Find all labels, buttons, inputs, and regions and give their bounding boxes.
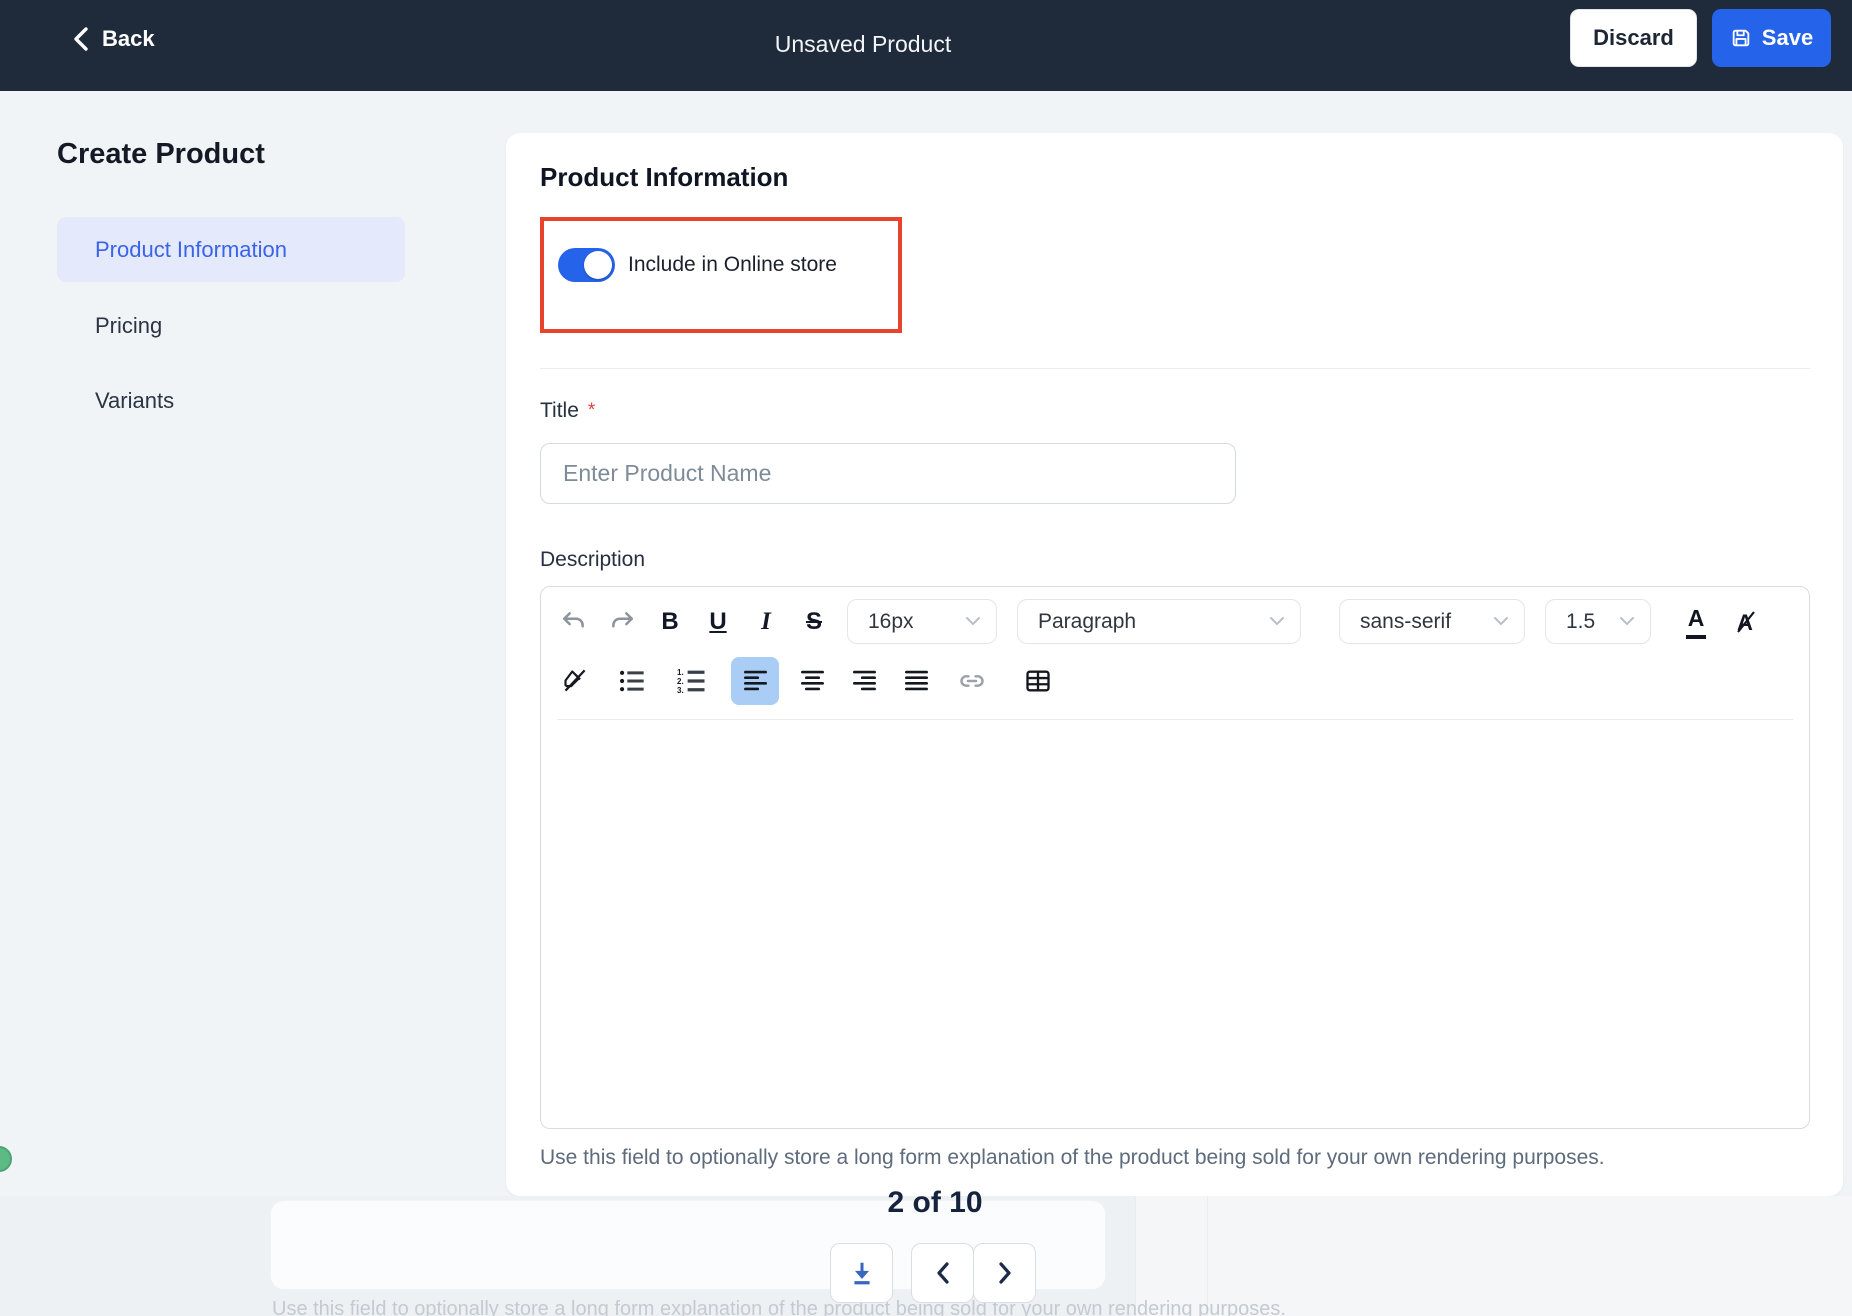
- text-color-icon: A: [1685, 605, 1707, 639]
- align-justify-icon: [903, 667, 930, 694]
- sidebar-item-pricing[interactable]: Pricing: [57, 293, 405, 358]
- chevron-left-icon: [933, 1260, 953, 1286]
- strikethrough-button[interactable]: S: [797, 602, 831, 642]
- sidebar-item-variants[interactable]: Variants: [57, 368, 405, 433]
- download-button[interactable]: [830, 1243, 893, 1303]
- no-highlight-icon: [561, 667, 588, 694]
- bold-button[interactable]: B: [653, 602, 687, 642]
- section-title: Product Information: [540, 162, 789, 192]
- chevron-down-icon: [1270, 617, 1284, 626]
- text-color-button[interactable]: A: [1679, 602, 1713, 642]
- product-title-input[interactable]: [540, 442, 1236, 504]
- description-helper-text: Use this field to optionally store a lon…: [540, 1145, 1605, 1169]
- editor-toolbar-row-2: 1. 2. 3.: [541, 649, 1809, 713]
- required-asterisk: *: [587, 399, 596, 421]
- align-justify-button[interactable]: [899, 661, 933, 701]
- font-size-dropdown[interactable]: 16px: [847, 599, 997, 645]
- line-height-dropdown[interactable]: 1.5: [1545, 599, 1651, 645]
- svg-text:2.: 2.: [677, 677, 684, 686]
- chevron-right-icon: [995, 1260, 1015, 1286]
- include-online-store-toggle[interactable]: [558, 247, 615, 282]
- sidebar-title: Create Product: [57, 138, 265, 170]
- no-highlight-button[interactable]: [557, 661, 591, 701]
- link-icon: [958, 667, 986, 695]
- align-center-icon: [799, 667, 826, 694]
- svg-text:3.: 3.: [677, 686, 684, 695]
- screenshot-viewer: Back Unsaved Product Discard Save Create…: [0, 0, 1852, 1316]
- sidebar-item-product-information[interactable]: Product Information: [57, 217, 405, 282]
- link-button[interactable]: [955, 661, 989, 701]
- chevron-down-icon: [966, 617, 980, 626]
- faded-helper-text: Use this field to optionally store a lon…: [272, 1298, 1286, 1316]
- chevron-down-icon: [1620, 617, 1634, 626]
- title-label: Title *: [540, 398, 596, 422]
- back-button[interactable]: Back: [72, 26, 155, 52]
- bullet-list-icon: [618, 667, 646, 695]
- svg-text:1.: 1.: [677, 668, 684, 677]
- page-title: Unsaved Product: [774, 31, 952, 57]
- toggle-knob: [584, 250, 612, 279]
- align-center-button[interactable]: [795, 661, 829, 701]
- save-button[interactable]: Save: [1712, 9, 1831, 67]
- description-label: Description: [540, 547, 646, 571]
- clear-format-button[interactable]: A: [1727, 602, 1761, 642]
- chevron-left-icon: [72, 26, 90, 52]
- image-counter: 2 of 10: [887, 1186, 983, 1219]
- bullet-list-button[interactable]: [615, 661, 649, 701]
- align-left-button[interactable]: [731, 656, 779, 705]
- table-button[interactable]: [1021, 661, 1055, 701]
- product-form-card: Product Information Include in Online st…: [506, 133, 1843, 1196]
- numbered-list-button[interactable]: 1. 2. 3.: [675, 661, 709, 701]
- toggle-label: Include in Online store: [628, 252, 837, 276]
- numbered-list-icon: 1. 2. 3.: [677, 666, 707, 696]
- annotation-highlight-box: Include in Online store: [540, 216, 902, 333]
- next-image-button[interactable]: [973, 1243, 1036, 1303]
- save-icon: [1730, 27, 1752, 49]
- underline-button[interactable]: U: [701, 602, 735, 642]
- top-navbar: Back Unsaved Product Discard Save: [0, 0, 1852, 91]
- back-label: Back: [102, 26, 155, 51]
- table-icon: [1024, 667, 1052, 695]
- align-right-button[interactable]: [847, 661, 881, 701]
- align-right-icon: [851, 667, 878, 694]
- discard-button[interactable]: Discard: [1570, 9, 1697, 67]
- undo-button[interactable]: [557, 602, 591, 642]
- description-editor-content[interactable]: [541, 720, 1809, 1128]
- rich-text-editor: B U I S 16px Paragraph sans-serif 1.5 A …: [540, 585, 1810, 1129]
- download-icon: [849, 1260, 875, 1286]
- previous-image-button[interactable]: [911, 1243, 974, 1303]
- section-divider: [540, 367, 1810, 369]
- clear-format-icon: A: [1730, 608, 1758, 636]
- block-type-dropdown[interactable]: Paragraph: [1017, 599, 1301, 645]
- chevron-down-icon: [1494, 617, 1508, 626]
- font-family-dropdown[interactable]: sans-serif: [1339, 599, 1525, 645]
- italic-button[interactable]: I: [749, 602, 783, 642]
- redo-button[interactable]: [605, 602, 639, 642]
- workspace: Create Product Product Information Prici…: [0, 91, 1852, 1196]
- align-left-icon: [742, 667, 769, 694]
- editor-toolbar-row-1: B U I S 16px Paragraph sans-serif 1.5 A: [541, 587, 1809, 649]
